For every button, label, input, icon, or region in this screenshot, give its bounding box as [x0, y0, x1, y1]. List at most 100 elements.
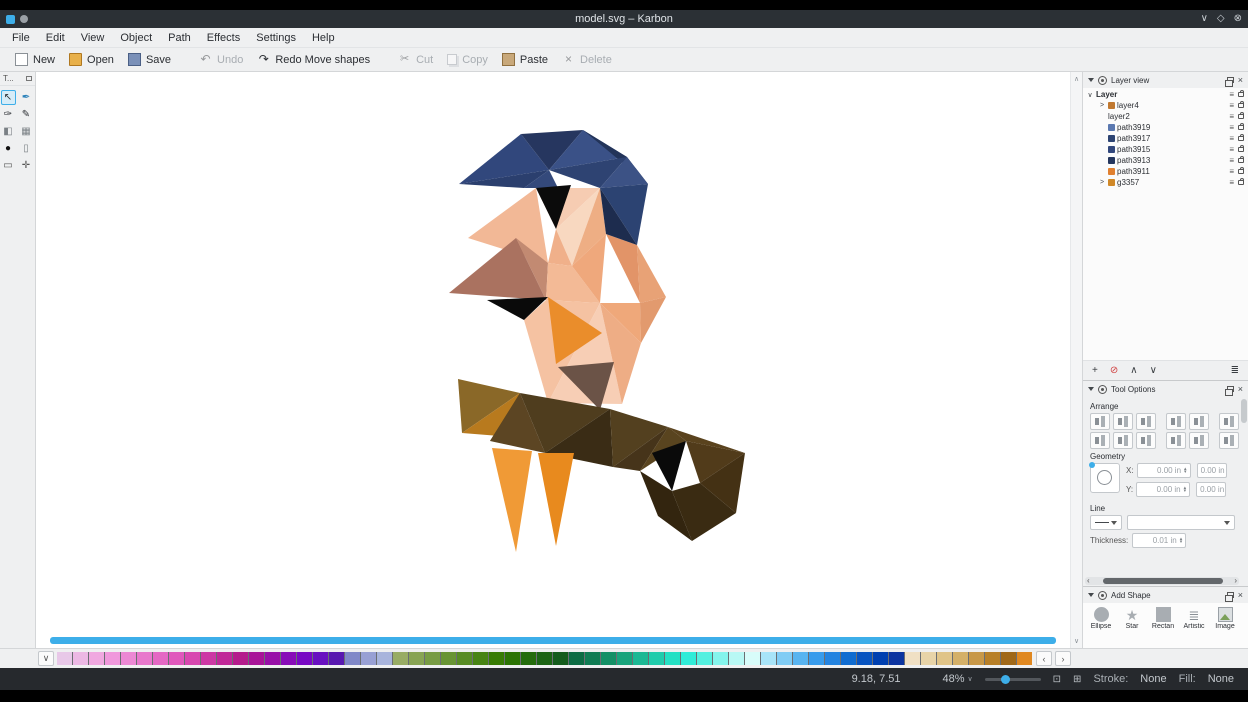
color-swatch[interactable] — [153, 652, 168, 665]
pencil-tool-button[interactable]: ✎ — [19, 107, 34, 122]
expander-icon[interactable]: ∨ — [1086, 91, 1094, 99]
color-swatch[interactable] — [1001, 652, 1016, 665]
canvas-vscrollbar[interactable]: ∧ ∨ — [1070, 72, 1082, 648]
color-swatch[interactable] — [249, 652, 264, 665]
lower-layer-button[interactable]: ∨ — [1150, 362, 1157, 380]
maximize-icon[interactable]: ◇ — [1217, 10, 1225, 28]
redo-move-shapes-button[interactable]: Redo Move shapes — [250, 51, 377, 68]
color-swatch[interactable] — [921, 652, 936, 665]
thickness-input[interactable]: 0.01 in▴▾ — [1132, 533, 1186, 548]
stroke-value[interactable]: None — [1140, 673, 1166, 685]
brush-tool-button[interactable]: ● — [1, 141, 16, 156]
gradient-tool-button[interactable]: ◧ — [1, 124, 16, 139]
color-swatch[interactable] — [729, 652, 744, 665]
line-type-select[interactable] — [1127, 515, 1235, 530]
color-swatch[interactable] — [409, 652, 424, 665]
menu-effects[interactable]: Effects — [199, 28, 248, 48]
color-swatch[interactable] — [681, 652, 696, 665]
spinner-arrows-icon[interactable]: ▴▾ — [1184, 487, 1187, 493]
layer-row[interactable]: path3915≡ — [1083, 144, 1248, 155]
close-icon[interactable]: × — [1238, 381, 1243, 397]
layer-row[interactable]: path3911≡ — [1083, 166, 1248, 177]
color-swatch[interactable] — [889, 652, 904, 665]
add-shape-header[interactable]: Add Shape × — [1083, 587, 1248, 603]
calligraphy-tool-button[interactable]: ✑ — [1, 107, 16, 122]
copy-button[interactable]: Copy — [440, 52, 495, 68]
minimize-icon[interactable]: ∨ — [1201, 10, 1208, 28]
color-swatch[interactable] — [345, 652, 360, 665]
frame-tool-button[interactable]: ▭ — [1, 158, 16, 173]
view-mode-button[interactable]: ≣ — [1231, 362, 1239, 380]
new-button[interactable]: New — [8, 51, 62, 68]
color-swatch[interactable] — [185, 652, 200, 665]
color-swatch[interactable] — [1017, 652, 1032, 665]
arrange-button-3[interactable] — [1136, 413, 1156, 430]
star-shape-button[interactable]: Star — [1119, 607, 1145, 630]
expander-icon[interactable]: > — [1098, 179, 1106, 186]
rectangle-shape-button[interactable]: Rectan — [1150, 607, 1176, 630]
color-swatch[interactable] — [473, 652, 488, 665]
color-swatch[interactable] — [809, 652, 824, 665]
lock-icon[interactable] — [1238, 180, 1244, 185]
y-position-input[interactable]: 0.00 in▴▾ — [1136, 482, 1190, 497]
hscroll-thumb[interactable] — [50, 637, 1056, 644]
color-swatch[interactable] — [793, 652, 808, 665]
visibility-icon[interactable]: ≡ — [1229, 101, 1234, 110]
menu-path[interactable]: Path — [160, 28, 199, 48]
ellipse-shape-button[interactable]: Ellipse — [1088, 607, 1114, 630]
color-swatch[interactable] — [201, 652, 216, 665]
palette-menu-button[interactable]: ∨ — [38, 651, 54, 666]
color-swatch[interactable] — [969, 652, 984, 665]
close-icon[interactable]: × — [1238, 72, 1243, 88]
zoom-slider[interactable] — [985, 678, 1041, 681]
color-swatch[interactable] — [217, 652, 232, 665]
color-swatch[interactable] — [281, 652, 296, 665]
color-swatch[interactable] — [825, 652, 840, 665]
color-swatch[interactable] — [233, 652, 248, 665]
scroll-right-icon[interactable]: › — [1234, 577, 1237, 585]
color-swatch[interactable] — [937, 652, 952, 665]
float-icon[interactable] — [1227, 592, 1234, 598]
close-icon[interactable]: ⊗ — [1234, 10, 1242, 28]
color-swatch[interactable] — [745, 652, 760, 665]
visibility-icon[interactable]: ≡ — [1229, 145, 1234, 154]
titlebar[interactable]: model.svg – Karbon ∨ ◇ ⊗ — [0, 10, 1248, 28]
layer-row[interactable]: >layer4≡ — [1083, 100, 1248, 111]
color-swatch[interactable] — [393, 652, 408, 665]
color-swatch[interactable] — [553, 652, 568, 665]
arrange-button-6[interactable] — [1219, 413, 1239, 430]
color-swatch[interactable] — [377, 652, 392, 665]
lock-icon[interactable] — [1238, 125, 1244, 130]
color-swatch[interactable] — [361, 652, 376, 665]
color-swatch[interactable] — [617, 652, 632, 665]
color-swatch[interactable] — [761, 652, 776, 665]
width-input[interactable]: 0.00 in — [1197, 463, 1227, 478]
color-swatch[interactable] — [505, 652, 520, 665]
arrange-button-9[interactable] — [1136, 432, 1156, 449]
color-swatch[interactable] — [329, 652, 344, 665]
scroll-down-icon[interactable]: ∨ — [1071, 637, 1082, 645]
add-layer-button[interactable]: + — [1092, 362, 1098, 380]
color-swatch[interactable] — [985, 652, 1000, 665]
visibility-icon[interactable]: ≡ — [1229, 134, 1234, 143]
color-swatch[interactable] — [713, 652, 728, 665]
visibility-icon[interactable]: ≡ — [1229, 90, 1234, 99]
color-swatch[interactable] — [89, 652, 104, 665]
paste-button[interactable]: Paste — [495, 51, 555, 68]
palette-prev-button[interactable]: ‹ — [1036, 651, 1052, 666]
arrange-button-12[interactable] — [1219, 432, 1239, 449]
color-swatch[interactable] — [297, 652, 312, 665]
color-swatch[interactable] — [585, 652, 600, 665]
menu-edit[interactable]: Edit — [38, 28, 73, 48]
visibility-icon[interactable]: ≡ — [1229, 178, 1234, 187]
color-swatch[interactable] — [601, 652, 616, 665]
layer-row[interactable]: path3917≡ — [1083, 133, 1248, 144]
color-swatch[interactable] — [73, 652, 88, 665]
page-tool-button[interactable]: ▯ — [19, 141, 34, 156]
x-position-input[interactable]: 0.00 in▴▾ — [1137, 463, 1191, 478]
visibility-icon[interactable]: ≡ — [1229, 112, 1234, 121]
layer-row[interactable]: >g3357≡ — [1083, 177, 1248, 188]
select-tool-button[interactable]: ↖ — [1, 90, 16, 105]
collapse-arrow-icon[interactable] — [1088, 387, 1094, 391]
color-swatch[interactable] — [137, 652, 152, 665]
